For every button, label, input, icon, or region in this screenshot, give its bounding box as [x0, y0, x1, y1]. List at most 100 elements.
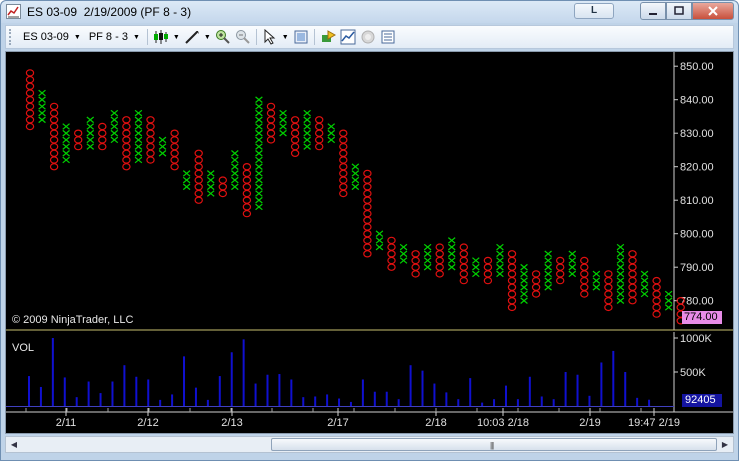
pointer-icon[interactable]: [260, 27, 280, 47]
zoom-in-icon[interactable]: [213, 27, 233, 47]
time-tick-label: 2/11: [56, 417, 77, 429]
o-box: [242, 209, 252, 218]
x-box: [472, 257, 480, 264]
volume-bar: [564, 372, 567, 406]
scrollbar-thumb[interactable]: |||: [271, 438, 717, 451]
zoom-out-icon[interactable]: [233, 27, 253, 47]
o-box: [242, 183, 252, 191]
volume-bar: [421, 370, 424, 406]
disabled-icon[interactable]: [358, 27, 378, 47]
data-box-icon[interactable]: [291, 27, 311, 47]
o-box: [459, 276, 468, 285]
period-selector[interactable]: PF 8 - 3 ▼: [85, 27, 144, 47]
x-box: [664, 290, 673, 298]
o-box: [49, 136, 59, 144]
x-box: [38, 116, 46, 124]
properties-icon[interactable]: [378, 27, 398, 47]
o-box: [146, 116, 155, 124]
x-box: [231, 183, 239, 191]
o-box: [242, 176, 252, 184]
instrument-selector[interactable]: ES 03-09 ▼: [19, 27, 85, 47]
o-box: [122, 122, 131, 131]
x-box: [231, 170, 239, 177]
drawing-tools-icon[interactable]: [182, 27, 202, 47]
x-box: [279, 109, 287, 117]
x-box: [134, 129, 143, 137]
link-button[interactable]: L: [574, 3, 614, 19]
volume-bar: [218, 376, 221, 406]
volume-bar: [397, 399, 400, 406]
x-box: [255, 109, 263, 117]
o-box: [531, 276, 541, 285]
toolbar-grip[interactable]: [9, 29, 15, 45]
o-box: [146, 149, 155, 158]
o-box: [363, 209, 372, 218]
volume-bar: [206, 399, 209, 406]
volume-bar: [290, 379, 293, 406]
candlestick-style-icon[interactable]: [151, 27, 171, 47]
o-box: [628, 263, 637, 271]
x-box: [616, 250, 625, 258]
scroll-right-icon[interactable]: ▶: [717, 437, 733, 452]
x-box: [616, 284, 625, 291]
o-box: [242, 162, 252, 171]
volume-bar: [63, 377, 66, 406]
chevron-down-icon[interactable]: ▼: [280, 27, 291, 47]
chevron-down-icon[interactable]: ▼: [202, 27, 213, 47]
o-box: [49, 156, 59, 164]
o-box: [363, 250, 372, 258]
o-box: [122, 116, 131, 124]
o-box: [242, 169, 252, 178]
minimize-icon[interactable]: [640, 2, 666, 20]
volume-bar: [278, 374, 281, 406]
title-bar[interactable]: ES 03-09 2/19/2009 (PF 8 - 3) L: [1, 1, 738, 23]
horizontal-scrollbar[interactable]: ◀ ||| ▶: [5, 436, 734, 453]
volume-bar: [385, 391, 388, 406]
volume-bar: [171, 394, 174, 406]
o-box: [531, 270, 541, 278]
x-box: [231, 156, 239, 164]
volume-bar: [51, 338, 54, 406]
maximize-icon[interactable]: [666, 2, 692, 20]
o-box: [73, 136, 83, 144]
o-box: [194, 196, 203, 204]
volume-bar: [111, 381, 114, 406]
o-box: [556, 276, 565, 285]
o-box: [459, 256, 468, 265]
o-box: [98, 142, 107, 151]
chevron-down-icon: ▼: [73, 33, 81, 41]
o-box: [652, 283, 661, 291]
volume-bar: [39, 386, 42, 406]
x-box: [255, 183, 263, 191]
o-box: [628, 290, 637, 298]
volume-bar: [457, 399, 460, 406]
volume-bar: [314, 396, 317, 406]
x-box: [182, 183, 191, 191]
x-box: [496, 270, 504, 278]
volume-tick-label: 1000K: [680, 333, 712, 345]
o-box: [266, 136, 276, 144]
o-box: [25, 75, 35, 84]
x-box: [327, 136, 336, 144]
o-box: [652, 296, 661, 305]
x-box: [544, 257, 552, 264]
indicators-icon[interactable]: [338, 27, 358, 47]
volume-bar: [87, 381, 90, 406]
o-box: [435, 256, 444, 265]
toolbar-separator: [146, 29, 148, 45]
time-tick-label: 19:47 2/19: [628, 417, 680, 429]
pf-chart[interactable]: 850.00 840.00 830.00 820.00 810.00 800.00 790.…: [6, 52, 733, 433]
o-box: [507, 263, 517, 271]
volume-bar: [433, 383, 436, 406]
x-box: [279, 116, 287, 124]
strategies-icon[interactable]: [318, 27, 338, 47]
time-tick-label: 2/19: [579, 417, 600, 429]
close-icon[interactable]: [692, 2, 734, 20]
chevron-down-icon[interactable]: ▼: [171, 27, 182, 47]
price-tick-label: 780.00: [680, 296, 714, 308]
scroll-left-icon[interactable]: ◀: [6, 437, 22, 452]
x-box: [447, 237, 456, 244]
chart-panel[interactable]: 850.00 840.00 830.00 820.00 810.00 800.00 790.…: [5, 51, 734, 434]
volume-bar: [230, 352, 233, 406]
o-box: [290, 116, 300, 124]
